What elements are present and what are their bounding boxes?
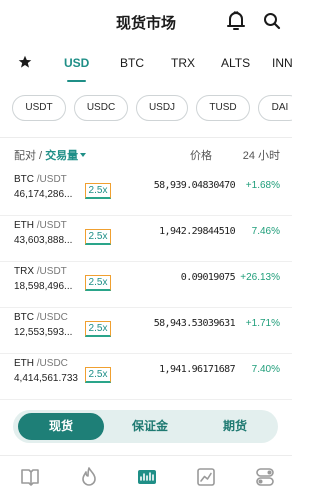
base-symbol: BTC [14,174,34,185]
base-symbol: ETH [14,358,34,369]
top-bar: 现货市场 [0,0,292,44]
leverage-badge: 2.5x [85,367,111,383]
base-symbol: BTC [14,312,34,323]
market-row[interactable]: ETH /USDT 43,603,888... 2.5x 1,942.29844… [0,216,292,262]
volume-value: 43,603,888... [14,235,73,246]
base-symbol: ETH [14,220,34,231]
last-price: 1,942.29844510 [159,226,235,237]
toggle-settings-icon[interactable] [254,466,276,488]
change-percent: 7.40% [251,364,280,375]
change-percent: 7.46% [251,226,280,237]
price-column-label[interactable]: 价格 [190,147,212,163]
last-price: 58,939.04830470 [153,180,236,191]
last-price: 0.09019075 [180,272,236,283]
futures-button[interactable]: 期货 [196,413,274,440]
margin-button[interactable]: 保证金 [104,413,196,440]
market-row[interactable]: BTC /USDC 12,553,593... 2.5x 58,943.5303… [0,308,292,354]
leverage-badge: 2.5x [85,229,111,245]
base-symbol: TRX [14,266,34,277]
spot-button[interactable]: 现货 [18,413,104,440]
tab-btc[interactable]: BTC [120,48,144,84]
market-row[interactable]: TRX /USDT 18,598,496... 2.5x 0.09019075 … [0,262,292,308]
chip-usdj[interactable]: USDJ [136,95,188,121]
volume-value: 46,174,286... [14,189,73,200]
quote-symbol: /USDC [36,358,68,369]
quote-currency-tabs: USD BTC TRX ALTS INN [0,48,293,84]
page-title: 现货市场 [115,14,176,32]
bell-icon[interactable] [226,10,246,32]
pair-volume-sort[interactable]: 配对 / 交易量 [14,147,87,163]
volume-value: 12,553,593... [14,327,73,338]
trend-chart-icon[interactable] [195,466,217,488]
pair-symbol: TRX /USDT [14,266,67,277]
leverage-badge: 2.5x [85,321,111,337]
last-price: 58,943.53039631 [153,318,236,329]
quote-symbol: /USDT [36,266,67,277]
pair-symbol: BTC /USDT [14,174,67,185]
change-column-label[interactable]: 24 小时 [243,147,280,163]
leverage-badge: 2.5x [85,275,111,291]
flame-icon[interactable] [78,466,100,488]
market-chart-icon[interactable] [136,466,158,488]
search-icon[interactable] [263,12,281,30]
book-icon[interactable] [19,466,41,488]
chip-usdc[interactable]: USDC [74,95,128,121]
market-row[interactable]: BTC /USDT 46,174,286... 2.5x 58,939.0483… [0,170,292,216]
chip-dai[interactable]: DAI [258,95,292,121]
volume-value: 18,598,496... [14,281,73,292]
volume-value: 4,414,561.733 [14,373,78,384]
chip-usdt[interactable]: USDT [12,95,66,121]
change-percent: +26.13% [240,272,280,283]
market-type-switch: 现货 保证金 期货 [13,410,278,443]
pair-column-label: 配对 / [14,150,43,162]
quote-symbol: /USDC [36,312,68,323]
quote-symbol: /USDT [36,174,67,185]
tab-inn[interactable]: INN [272,48,293,84]
row-divider [0,399,292,400]
market-row[interactable]: ETH /USDC 4,414,561.733 2.5x 1,941.96171… [0,354,292,400]
tab-usd[interactable]: USD [64,48,89,84]
market-column-header: 配对 / 交易量 价格 24 小时 [0,138,292,170]
bottom-navigation [0,455,292,500]
stablecoin-filter-chips: USDT USDC USDJ TUSD DAI [0,95,292,123]
tab-alts[interactable]: ALTS [221,48,250,84]
change-percent: +1.68% [245,180,280,191]
chip-tusd[interactable]: TUSD [196,95,250,121]
tab-trx[interactable]: TRX [171,48,195,84]
leverage-badge: 2.5x [85,183,111,199]
change-percent: +1.71% [245,318,280,329]
volume-sort-label[interactable]: 交易量 [45,150,78,162]
pair-symbol: BTC /USDC [14,312,68,323]
sort-caret-icon [80,153,87,157]
quote-symbol: /USDT [36,220,67,231]
pair-symbol: ETH /USDT [14,220,67,231]
pair-symbol: ETH /USDC [14,358,68,369]
last-price: 1,941.96171687 [159,364,235,375]
